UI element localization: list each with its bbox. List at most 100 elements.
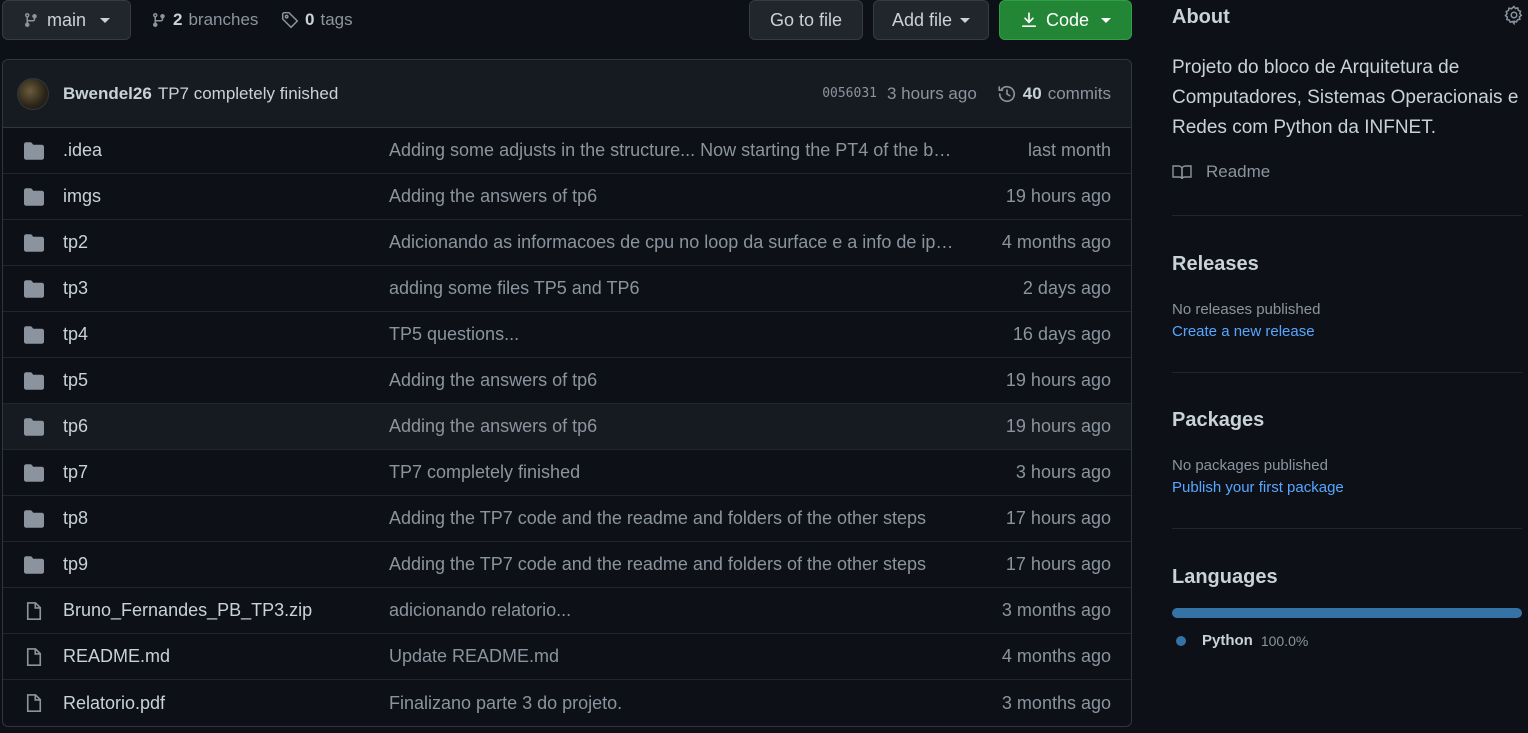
commit-date: 17 hours ago xyxy=(1005,508,1111,528)
file-name-link[interactable]: tp8 xyxy=(63,508,88,529)
commit-message-link[interactable]: Adding the answers of tp6 xyxy=(389,186,959,207)
commit-date: 4 months ago xyxy=(1001,646,1111,666)
commit-message-link[interactable]: Adicionando as informacoes de cpu no loo… xyxy=(389,232,959,253)
table-row[interactable]: .idea Adding some adjusts in the structur… xyxy=(3,128,1131,174)
commit-date: 3 months ago xyxy=(1001,692,1111,713)
latest-commit-bar: Bwendel26 TP7 completely finished 005603… xyxy=(3,60,1131,128)
commit-date: 19 hours ago xyxy=(1005,416,1111,436)
create-release-link[interactable]: Create a new release xyxy=(1172,323,1315,340)
language-name: Python xyxy=(1202,632,1253,649)
file-name-link[interactable]: Relatorio.pdf xyxy=(63,693,165,714)
file-name-link[interactable]: imgs xyxy=(63,186,101,207)
branch-icon xyxy=(24,13,37,28)
file-name-link[interactable]: README.md xyxy=(63,646,170,667)
go-to-file-button[interactable]: Go to file xyxy=(749,0,863,40)
releases-heading[interactable]: Releases xyxy=(1172,253,1259,276)
language-color-dot xyxy=(1176,635,1186,646)
commit-message-link[interactable]: TP7 completely finished xyxy=(389,462,959,483)
table-row[interactable]: tp8 Adding the TP7 code and the readme an… xyxy=(3,496,1131,542)
add-file-label: Add file xyxy=(891,9,953,30)
table-row[interactable]: Relatorio.pdf Finalizano parte 3 do proje… xyxy=(3,680,1131,726)
folder-icon xyxy=(24,233,44,253)
code-button[interactable]: Code xyxy=(999,0,1132,40)
add-file-button[interactable]: Add file xyxy=(873,0,989,40)
file-name-link[interactable]: tp7 xyxy=(63,462,88,483)
folder-icon xyxy=(24,371,44,391)
commit-message-link[interactable]: Adding some adjusts in the structure... … xyxy=(389,140,959,161)
commit-message[interactable]: TP7 completely finished xyxy=(158,84,338,104)
commit-date: last month xyxy=(1027,140,1111,160)
commit-date: 4 months ago xyxy=(1001,232,1111,252)
table-row[interactable]: tp4 TP5 questions... 16 days ago xyxy=(3,312,1131,358)
releases-empty-text: No releases published xyxy=(1172,301,1321,318)
folder-icon xyxy=(24,555,44,575)
history-icon xyxy=(998,85,1015,102)
table-row[interactable]: tp3 adding some files TP5 and TP6 2 days a… xyxy=(3,266,1131,312)
commits-link[interactable]: 40 commits xyxy=(997,84,1111,104)
avatar[interactable] xyxy=(17,77,49,110)
file-name-link[interactable]: Bruno_Fernandes_PB_TP3.zip xyxy=(63,600,312,621)
commit-date: 2 days ago xyxy=(1022,278,1111,298)
commit-date: 16 days ago xyxy=(1012,324,1111,344)
language-percent: 100.0% xyxy=(1260,632,1309,649)
table-row[interactable]: README.md Update README.md 4 months ago xyxy=(3,634,1131,680)
chevron-down-icon xyxy=(100,17,111,23)
commit-author[interactable]: Bwendel26 xyxy=(63,84,152,104)
commit-message-link[interactable]: Adding the TP7 code and the readme and f… xyxy=(389,508,959,529)
file-icon xyxy=(24,601,44,621)
language-item-python[interactable]: Python 100.0% xyxy=(1176,632,1308,649)
file-name-link[interactable]: tp4 xyxy=(63,324,88,345)
commit-message-link[interactable]: adicionando relatorio... xyxy=(389,600,959,621)
language-bar[interactable] xyxy=(1172,608,1522,618)
commits-count: 40 xyxy=(1022,83,1042,103)
folder-icon xyxy=(24,509,44,529)
table-row[interactable]: tp6 Adding the answers of tp6 19 hours ago xyxy=(3,404,1131,450)
table-row[interactable]: tp7 TP7 completely finished 3 hours ago xyxy=(3,450,1131,496)
folder-icon xyxy=(24,141,44,161)
commit-message-link[interactable]: Finalizano parte 3 do projeto. xyxy=(389,693,959,714)
branches-link[interactable]: 2 branches xyxy=(151,0,258,40)
commit-message-link[interactable]: Update README.md xyxy=(389,646,959,667)
sidebar: About Projeto do bloco de Arquitetura de… xyxy=(1172,0,1524,733)
tag-icon xyxy=(281,11,299,29)
folder-icon xyxy=(24,187,44,207)
commit-sha[interactable]: 0056031 xyxy=(822,86,877,101)
commit-date: 19 hours ago xyxy=(1005,370,1111,390)
file-list: .idea Adding some adjusts in the structur… xyxy=(3,128,1131,726)
packages-heading[interactable]: Packages xyxy=(1172,409,1264,432)
file-name-link[interactable]: tp9 xyxy=(63,554,88,575)
file-name-link[interactable]: tp3 xyxy=(63,278,88,299)
file-browser: Bwendel26 TP7 completely finished 005603… xyxy=(2,59,1132,727)
table-row[interactable]: imgs Adding the answers of tp6 19 hours ag… xyxy=(3,174,1131,220)
go-to-file-label: Go to file xyxy=(769,9,843,30)
folder-icon xyxy=(24,463,44,483)
commit-message-link[interactable]: Adding the answers of tp6 xyxy=(389,416,959,437)
file-name-link[interactable]: tp2 xyxy=(63,232,88,253)
folder-icon xyxy=(24,279,44,299)
table-row[interactable]: tp2 Adicionando as informacoes de cpu no … xyxy=(3,220,1131,266)
branch-select-button[interactable]: main xyxy=(2,0,131,40)
readme-link[interactable]: Readme xyxy=(1172,162,1270,182)
commit-message-link[interactable]: Adding the answers of tp6 xyxy=(389,370,959,391)
tags-link[interactable]: 0 tags xyxy=(281,0,353,40)
chevron-down-icon xyxy=(960,17,971,23)
readme-label: Readme xyxy=(1206,162,1271,181)
commit-message-link[interactable]: adding some files TP5 and TP6 xyxy=(389,278,959,299)
commit-message-link[interactable]: Adding the TP7 code and the readme and f… xyxy=(389,554,959,575)
file-name-link[interactable]: tp6 xyxy=(63,416,88,437)
table-row[interactable]: tp9 Adding the TP7 code and the readme an… xyxy=(3,542,1131,588)
repo-toolbar: main 2 branches 0 tags Go to file Add fi… xyxy=(0,0,1132,40)
divider xyxy=(1172,528,1522,529)
commits-label: commits xyxy=(1047,83,1111,103)
branches-count: 2 xyxy=(173,10,183,29)
table-row[interactable]: Bruno_Fernandes_PB_TP3.zip adicionando re… xyxy=(3,588,1131,634)
table-row[interactable]: tp5 Adding the answers of tp6 19 hours ago xyxy=(3,358,1131,404)
gear-icon[interactable] xyxy=(1504,5,1524,25)
divider xyxy=(1172,215,1522,216)
file-name-link[interactable]: .idea xyxy=(63,140,102,161)
languages-heading: Languages xyxy=(1172,566,1278,588)
publish-package-link[interactable]: Publish your first package xyxy=(1172,479,1344,496)
file-name-link[interactable]: tp5 xyxy=(63,370,88,391)
repo-page: main 2 branches 0 tags Go to file Add fi… xyxy=(0,0,1528,733)
commit-message-link[interactable]: TP5 questions... xyxy=(389,324,959,345)
